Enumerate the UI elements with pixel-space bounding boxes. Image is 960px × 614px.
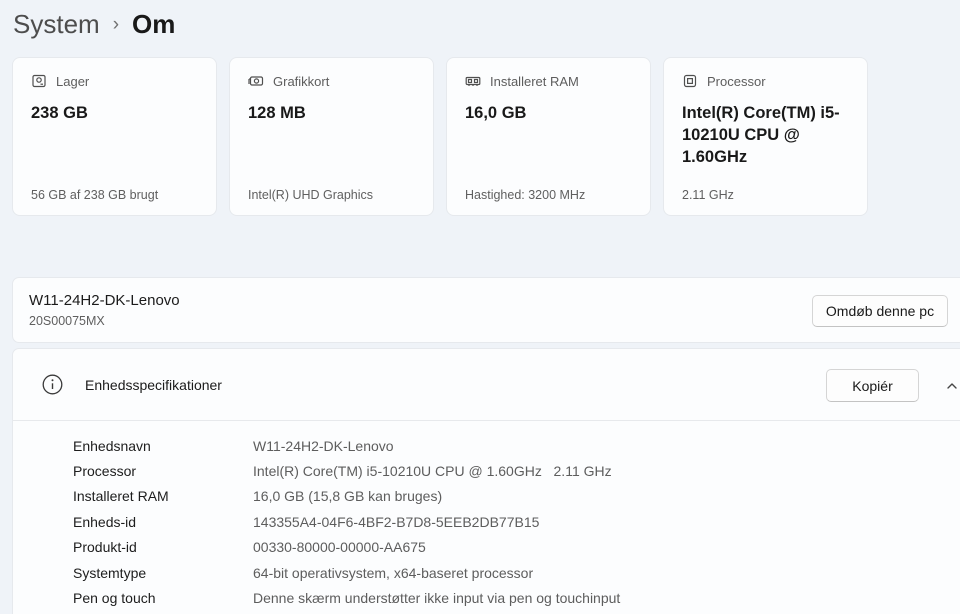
processor-card: Processor Intel(R) Core(TM) i5-10210U CP… [663,57,868,216]
spec-row-processor: Processor Intel(R) Core(TM) i5-10210U CP… [73,458,620,483]
breadcrumb-system-link[interactable]: System [13,9,100,40]
processor-card-label: Processor [707,73,766,89]
spec-row-pen-touch: Pen og touch Denne skærm understøtter ik… [73,585,620,610]
storage-icon [31,73,47,89]
graphics-card-label: Grafikkort [273,73,330,89]
ram-card-label: Installeret RAM [490,73,579,89]
device-specifications-header: Enhedsspecifikationer Kopiér [13,349,960,420]
ram-card-value: 16,0 GB [465,104,527,122]
graphics-card-value: 128 MB [248,104,306,122]
gpu-icon [248,73,264,89]
storage-card: Lager 238 GB 56 GB af 238 GB brugt [12,57,217,216]
ram-icon [465,73,481,89]
spec-row-device-name: Enhedsnavn W11-24H2-DK-Lenovo [73,433,620,458]
spec-row-device-id: Enheds-id 143355A4-04F6-4BF2-B7D8-5EEB2D… [73,509,620,534]
spec-value: 64-bit operativsystem, x64-baseret proce… [253,564,534,581]
spec-value: Intel(R) Core(TM) i5-10210U CPU @ 1.60GH… [253,463,612,480]
spec-value: W11-24H2-DK-Lenovo [253,437,394,454]
graphics-card-caption: Intel(R) UHD Graphics [248,188,374,202]
spec-value: 00330-80000-00000-AA675 [253,539,426,556]
storage-card-label: Lager [56,73,90,89]
info-icon [42,374,63,395]
spec-value: 16,0 GB (15,8 GB kan bruges) [253,488,443,505]
chevron-up-icon[interactable] [939,373,960,399]
spec-value: Denne skærm understøtter ikke input via … [253,590,621,607]
spec-value: 143355A4-04F6-4BF2-B7D8-5EEB2DB77B15 [253,513,540,530]
page-title: Om [132,8,176,39]
spec-row-system-type: Systemtype 64-bit operativsystem, x64-ba… [73,560,620,585]
device-model-number: 20S00075MX [29,314,105,328]
spec-label: Produkt-id [73,539,137,556]
spec-label: Installeret RAM [73,488,169,505]
device-name-row: W11-24H2-DK-Lenovo 20S00075MX Omdøb denn… [12,277,960,343]
device-specifications-panel: Enhedsspecifikationer Kopiér Enhedsnavn … [12,348,960,614]
rename-pc-button[interactable]: Omdøb denne pc [812,295,948,327]
divider [13,420,960,421]
device-specifications-title: Enhedsspecifikationer [85,377,222,393]
copy-button[interactable]: Kopiér [826,369,919,402]
processor-card-value: Intel(R) Core(TM) i5-10210U CPU @ 1.60GH… [682,104,840,166]
cpu-icon [682,73,698,89]
breadcrumb: System › Om [13,1,175,47]
spec-label: Processor [73,463,137,480]
graphics-card: Grafikkort 128 MB Intel(R) UHD Graphics [229,57,434,216]
spec-row-product-id: Produkt-id 00330-80000-00000-AA675 [73,535,620,560]
spec-label: Enheds-id [73,513,137,530]
spec-label: Systemtype [73,564,147,581]
spec-label: Pen og touch [73,590,156,607]
ram-card: Installeret RAM 16,0 GB Hastighed: 3200 … [446,57,651,216]
processor-card-caption: 2.11 GHz [682,188,734,202]
settings-about-page: System › Om Lager 238 GB 56 GB af 238 GB… [0,0,960,614]
storage-card-value: 238 GB [31,104,88,122]
storage-card-caption: 56 GB af 238 GB brugt [31,188,159,202]
spec-label: Enhedsnavn [73,437,151,454]
spec-list: Enhedsnavn W11-24H2-DK-Lenovo Processor … [73,433,620,611]
chevron-right-icon: › [112,14,120,35]
device-name: W11-24H2-DK-Lenovo [29,292,180,309]
spec-row-installed-ram: Installeret RAM 16,0 GB (15,8 GB kan bru… [73,484,620,509]
ram-card-caption: Hastighed: 3200 MHz [465,188,586,202]
